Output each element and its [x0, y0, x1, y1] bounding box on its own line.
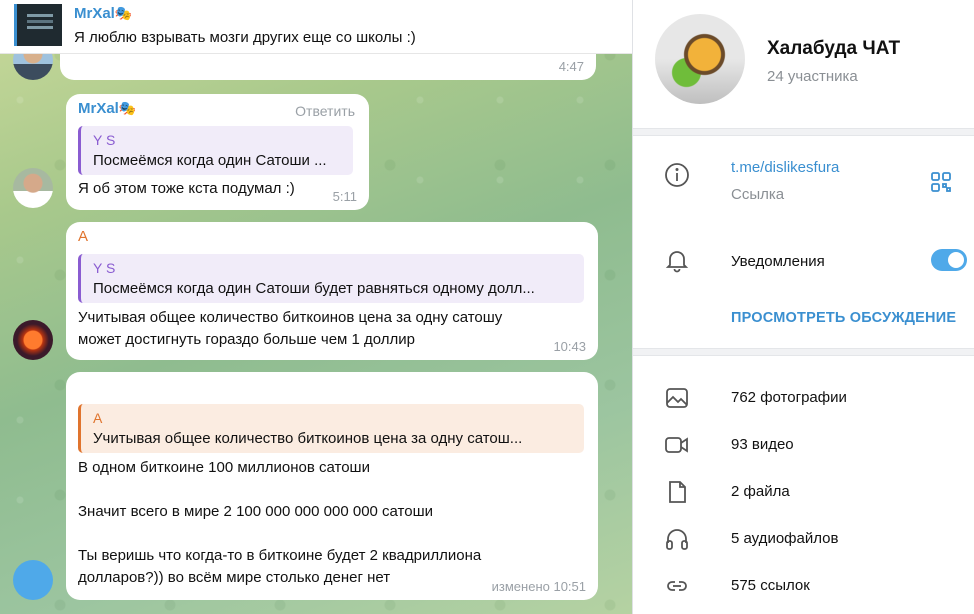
- message-sender[interactable]: MrXal🎭: [78, 100, 136, 117]
- toggle-knob: [948, 252, 964, 268]
- media-row-photos[interactable]: 762 фотографии: [633, 375, 974, 421]
- quote-author: A: [93, 410, 103, 426]
- media-label: 762 фотографии: [731, 389, 847, 406]
- media-row-files[interactable]: 2 файла: [633, 469, 974, 515]
- theater-mask-icon: 🎭: [114, 5, 133, 21]
- pinned-thumbnail: [14, 4, 62, 46]
- headphones-icon: [663, 525, 691, 553]
- media-label: 2 файла: [731, 483, 790, 500]
- divider: [633, 128, 974, 136]
- divider: [633, 348, 974, 356]
- quote-author: Y S: [93, 132, 116, 148]
- pinned-text: Я люблю взрывать мозги других еще со шко…: [74, 29, 416, 46]
- media-row-links[interactable]: 575 ссылок: [633, 563, 974, 609]
- qr-code-icon[interactable]: [929, 170, 953, 194]
- quote-author: Y S: [93, 260, 116, 276]
- message-time: изменено 10:51: [491, 579, 586, 594]
- message-text: В одном биткоине 100 миллионов сатоши Зн…: [78, 459, 482, 586]
- notifications-toggle[interactable]: [931, 249, 967, 271]
- reply-quote[interactable]: A Учитывая общее количество биткоинов це…: [78, 404, 584, 453]
- media-label: 93 видео: [731, 436, 794, 453]
- message-bubble[interactable]: MrXal🎭 Ответить Y S Посмеёмся когда один…: [66, 94, 369, 210]
- message-sender[interactable]: A: [78, 228, 88, 245]
- message-text: Учитывая общее количество биткоинов цена…: [78, 309, 503, 348]
- media-label: 575 ссылок: [731, 577, 810, 594]
- video-icon: [663, 431, 691, 459]
- media-label: 5 аудиофайлов: [731, 530, 839, 547]
- pinned-sender-name: MrXal: [74, 5, 115, 22]
- message-text: Я об этом тоже кста подумал :): [78, 180, 295, 197]
- message-time: 10:43: [553, 339, 586, 354]
- invite-link[interactable]: t.me/dislikesfura: [731, 159, 839, 176]
- pinned-message-bar[interactable]: MrXal🎭 Я люблю взрывать мозги других еще…: [0, 0, 632, 54]
- view-discussion-button[interactable]: ПРОСМОТРЕТЬ ОБСУЖДЕНИЕ: [731, 310, 956, 326]
- message-bubble[interactable]: A Y S Посмеёмся когда один Сатоши будет …: [66, 222, 598, 360]
- avatar[interactable]: [13, 168, 53, 208]
- group-title: Халабуда ЧАТ: [767, 38, 901, 59]
- info-icon: [663, 161, 691, 189]
- message-time: 4:47: [558, 59, 584, 74]
- group-member-count: 24 участника: [767, 68, 858, 85]
- notifications-label: Уведомления: [731, 253, 825, 270]
- link-icon: [663, 572, 691, 600]
- file-icon: [663, 478, 691, 506]
- invite-link-label: Ссылка: [731, 186, 785, 203]
- group-avatar[interactable]: [655, 14, 745, 104]
- theater-mask-icon: 🎭: [118, 100, 137, 116]
- bell-icon: [663, 246, 691, 274]
- group-info-panel: Халабуда ЧАТ 24 участника t.me/dislikesf…: [632, 0, 974, 614]
- media-row-audio[interactable]: 5 аудиофайлов: [633, 516, 974, 562]
- message-time: 5:11: [332, 189, 357, 204]
- quote-text: Посмеёмся когда один Сатоши ...: [93, 152, 327, 169]
- media-row-videos[interactable]: 93 видео: [633, 422, 974, 468]
- pinned-sender: MrXal🎭: [74, 5, 132, 22]
- message-bubble[interactable]: A Учитывая общее количество биткоинов це…: [66, 372, 598, 600]
- chat-area[interactable]: MrXal🎭 Я люблю взрывать мозги других еще…: [0, 0, 632, 614]
- reply-quote[interactable]: Y S Посмеёмся когда один Сатоши ...: [78, 126, 353, 175]
- reply-quote[interactable]: Y S Посмеёмся когда один Сатоши будет ра…: [78, 254, 584, 303]
- sender-name: MrXal: [78, 100, 119, 117]
- avatar[interactable]: [13, 560, 53, 600]
- quote-text: Учитывая общее количество биткоинов цена…: [93, 430, 523, 447]
- photo-icon: [663, 384, 691, 412]
- reply-button[interactable]: Ответить: [295, 103, 355, 119]
- avatar[interactable]: [13, 320, 53, 360]
- quote-text: Посмеёмся когда один Сатоши будет равнят…: [93, 280, 535, 297]
